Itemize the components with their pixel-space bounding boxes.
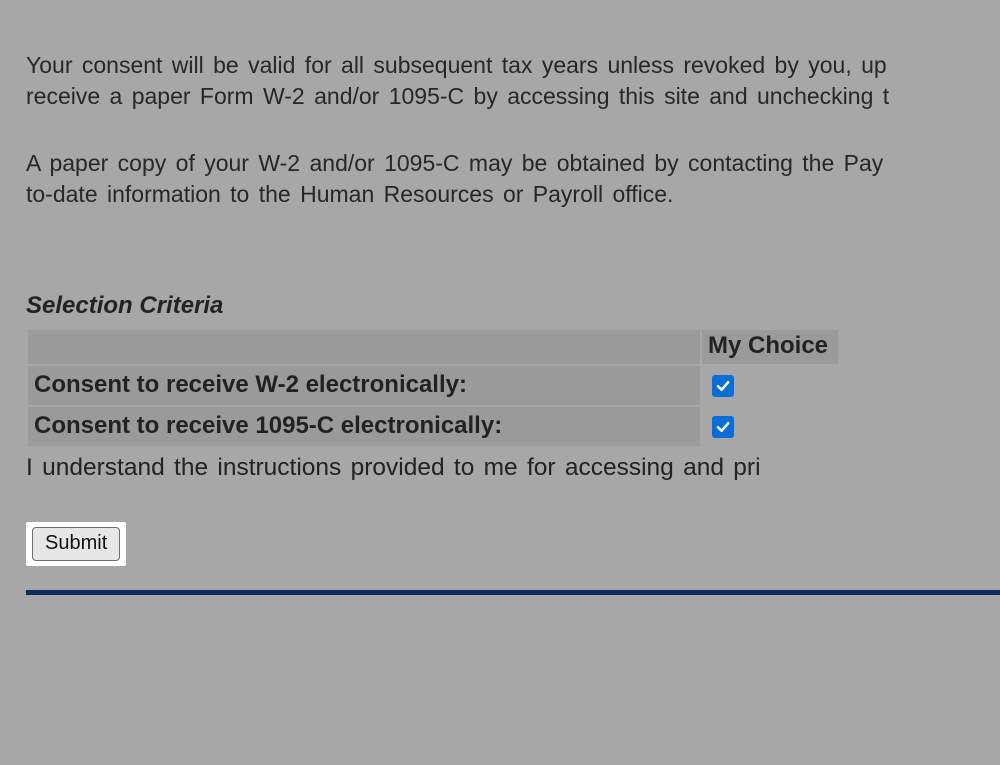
consent-1095c-checkbox[interactable] — [712, 416, 734, 438]
understand-text: I understand the instructions provided t… — [26, 454, 974, 482]
submit-button[interactable]: Submit — [32, 527, 120, 561]
table-header-row: My Choice — [28, 330, 838, 364]
consent-table: My Choice Consent to receive W-2 electro… — [26, 328, 840, 448]
text-line: Your consent will be valid for all subse… — [26, 52, 887, 78]
submit-highlight: Submit — [26, 522, 126, 566]
selection-criteria-heading: Selection Criteria — [26, 292, 974, 320]
consent-1095c-label: Consent to receive 1095-C electronically… — [28, 407, 700, 446]
consent-w2-label: Consent to receive W-2 electronically: — [28, 366, 700, 405]
header-blank-cell — [28, 330, 700, 364]
text-line: A paper copy of your W-2 and/or 1095-C m… — [26, 150, 883, 176]
check-icon — [715, 378, 731, 394]
consent-w2-checkbox[interactable] — [712, 375, 734, 397]
table-row: Consent to receive 1095-C electronically… — [28, 407, 838, 446]
paper-copy-paragraph: A paper copy of your W-2 and/or 1095-C m… — [26, 148, 974, 210]
table-row: Consent to receive W-2 electronically: — [28, 366, 838, 405]
check-icon — [715, 419, 731, 435]
horizontal-rule — [26, 590, 1000, 595]
text-line: to-date information to the Human Resourc… — [26, 181, 673, 207]
header-my-choice: My Choice — [702, 330, 838, 364]
consent-validity-paragraph: Your consent will be valid for all subse… — [26, 50, 974, 112]
text-line: receive a paper Form W-2 and/or 1095-C b… — [26, 83, 889, 109]
